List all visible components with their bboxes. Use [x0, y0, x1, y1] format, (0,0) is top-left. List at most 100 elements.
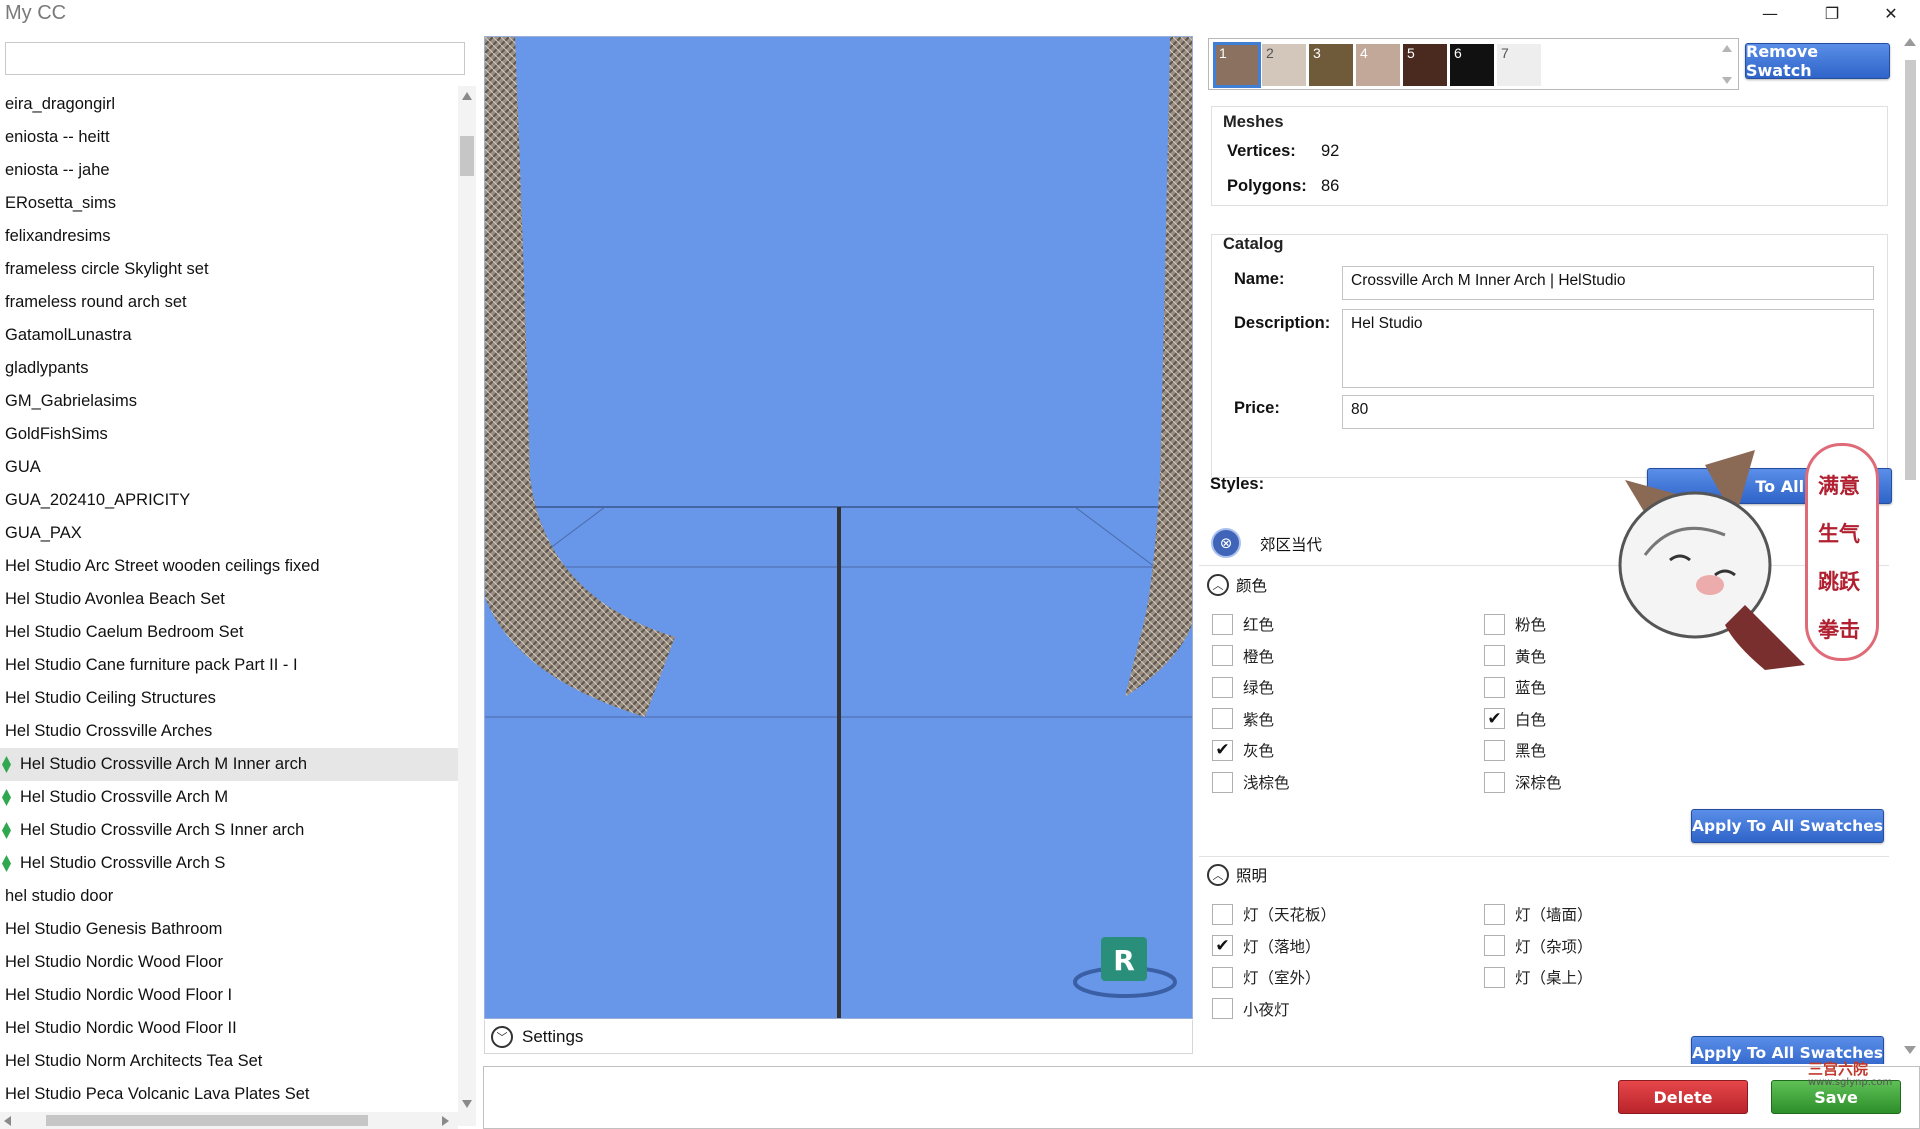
scroll-up-arrow-icon[interactable] [1722, 45, 1732, 52]
remove-style-icon[interactable]: ⊗ [1211, 528, 1241, 558]
scroll-left-arrow-icon[interactable] [4, 1116, 11, 1126]
checkbox-option[interactable]: 绿色 [1212, 676, 1274, 698]
list-item[interactable]: felixandresims [0, 220, 458, 253]
checkbox-option[interactable]: 灯（杂项） [1484, 935, 1593, 957]
scroll-right-arrow-icon[interactable] [442, 1116, 449, 1126]
properties-scrollbar[interactable] [1899, 34, 1920, 1064]
list-item[interactable]: GoldFishSims [0, 418, 458, 451]
checkbox-option[interactable]: 粉色 [1484, 613, 1546, 635]
close-button[interactable]: ✕ [1866, 0, 1916, 26]
list-item[interactable]: eniosta -- jahe [0, 154, 458, 187]
list-item[interactable]: Hel Studio Caelum Bedroom Set [0, 616, 458, 649]
checkbox-option[interactable]: ✔ 白色 [1484, 708, 1546, 730]
checkbox[interactable] [1212, 998, 1233, 1020]
checkbox-option[interactable]: 橙色 [1212, 645, 1274, 667]
checkbox[interactable] [1484, 935, 1505, 957]
list-item[interactable]: Hel Studio Nordic Wood Floor II [0, 1012, 458, 1045]
chevron-down-icon[interactable]: ﹀ [491, 1025, 513, 1048]
list-item[interactable]: Hel Studio Crossville Arch M [0, 781, 458, 814]
checkbox-option[interactable]: ✔ 灰色 [1212, 739, 1274, 761]
checkbox[interactable] [1212, 771, 1233, 793]
chevron-up-icon[interactable]: ︿ [1207, 574, 1229, 596]
swatch[interactable]: 3 [1309, 44, 1353, 86]
checkbox[interactable] [1212, 708, 1233, 730]
list-item[interactable]: Hel Studio Crossville Arch S Inner arch [0, 814, 458, 847]
checkbox-option[interactable]: 灯（墙面） [1484, 903, 1593, 925]
checkbox-option[interactable]: 蓝色 [1484, 676, 1546, 698]
colors-apply-all-button[interactable]: Apply To All Swatches [1691, 809, 1884, 843]
checkbox[interactable] [1484, 903, 1505, 925]
scroll-thumb-horizontal[interactable] [46, 1115, 368, 1126]
description-field[interactable]: Hel Studio [1342, 309, 1874, 388]
scroll-up-arrow-icon[interactable] [1904, 38, 1916, 46]
swatch[interactable]: 2 [1262, 44, 1306, 86]
list-item[interactable]: Hel Studio Crossville Arch M Inner arch [0, 748, 458, 781]
checkbox[interactable] [1212, 676, 1233, 698]
checkbox[interactable]: ✔ [1212, 935, 1233, 957]
list-item[interactable]: gladlypants [0, 352, 458, 385]
list-item[interactable]: GUA_202410_APRICITY [0, 484, 458, 517]
checkbox[interactable] [1484, 771, 1505, 793]
scroll-down-arrow-icon[interactable] [1722, 77, 1732, 84]
list-item[interactable]: GM_Gabrielasims [0, 385, 458, 418]
list-item[interactable]: Hel Studio Nordic Wood Floor I [0, 979, 458, 1012]
list-item[interactable]: Hel Studio Peca Volcanic Lava Plates Set [0, 1078, 458, 1111]
checkbox-option[interactable]: 小夜灯 [1212, 998, 1290, 1020]
checkbox[interactable]: ✔ [1484, 708, 1505, 730]
list-item[interactable]: hel studio door [0, 880, 458, 913]
scroll-down-arrow-icon[interactable] [1904, 1046, 1916, 1054]
name-field[interactable]: Crossville Arch M Inner Arch | HelStudio [1342, 266, 1874, 300]
checkbox-option[interactable]: 灯（天花板） [1212, 903, 1336, 925]
swatch[interactable]: 5 [1403, 44, 1447, 86]
list-item[interactable]: Hel Studio Avonlea Beach Set [0, 583, 458, 616]
checkbox-option[interactable]: 黄色 [1484, 645, 1546, 667]
checkbox-option[interactable]: 灯（桌上） [1484, 966, 1593, 988]
lighting-expander[interactable]: ︿ 照明 [1207, 862, 1267, 888]
list-item[interactable]: Hel Studio Ceiling Structures [0, 682, 458, 715]
checkbox[interactable] [1484, 613, 1505, 635]
chevron-up-icon[interactable]: ︿ [1207, 864, 1229, 886]
list-item[interactable]: GUA_PAX [0, 517, 458, 550]
checkbox-option[interactable]: ✔ 灯（落地） [1212, 935, 1321, 957]
checkbox-option[interactable]: 灯（室外） [1212, 966, 1321, 988]
checkbox[interactable] [1484, 739, 1505, 761]
list-item[interactable]: GUA [0, 451, 458, 484]
checkbox[interactable] [1484, 966, 1505, 988]
list-item[interactable]: frameless round arch set [0, 286, 458, 319]
minimize-button[interactable]: — [1745, 0, 1795, 26]
checkbox[interactable] [1484, 645, 1505, 667]
list-item[interactable]: Hel Studio Nordic Wood Floor [0, 946, 458, 979]
swatch[interactable]: 6 [1450, 44, 1494, 86]
list-item[interactable]: eniosta -- heitt [0, 121, 458, 154]
list-item[interactable]: Hel Studio Cane furniture pack Part II -… [0, 649, 458, 682]
list-item[interactable]: frameless circle Skylight set [0, 253, 458, 286]
list-item[interactable]: Hel Studio Norm Architects Tea Set [0, 1045, 458, 1078]
list-item[interactable]: Hel Studio Crossville Arches [0, 715, 458, 748]
delete-button[interactable]: Delete [1618, 1080, 1748, 1114]
checkbox-option[interactable]: 深棕色 [1484, 771, 1562, 793]
list-item[interactable]: Hel Studio Genesis Bathroom [0, 913, 458, 946]
checkbox[interactable]: ✔ [1212, 739, 1233, 761]
checkbox-option[interactable]: 浅棕色 [1212, 771, 1290, 793]
list-vertical-scrollbar[interactable] [458, 86, 476, 1126]
list-item[interactable]: ERosetta_sims [0, 187, 458, 220]
swatch-scroll[interactable] [1722, 45, 1732, 85]
checkbox[interactable] [1212, 966, 1233, 988]
checkbox-option[interactable]: 紫色 [1212, 708, 1274, 730]
price-field[interactable]: 80 [1342, 395, 1874, 429]
settings-expander[interactable]: ﹀ Settings [484, 1020, 1193, 1054]
list-item[interactable]: Hel Studio Arc Street wooden ceilings fi… [0, 550, 458, 583]
scroll-up-arrow-icon[interactable] [462, 92, 472, 100]
list-horizontal-scrollbar[interactable] [0, 1112, 458, 1129]
checkbox-option[interactable]: 红色 [1212, 613, 1274, 635]
swatch[interactable]: 4 [1356, 44, 1400, 86]
scroll-thumb[interactable] [460, 136, 474, 176]
scroll-thumb[interactable] [1905, 60, 1916, 480]
colors-expander[interactable]: ︿ 颜色 [1207, 572, 1267, 598]
list-item[interactable]: GatamolLunastra [0, 319, 458, 352]
scroll-down-arrow-icon[interactable] [462, 1100, 472, 1108]
checkbox[interactable] [1212, 645, 1233, 667]
checkbox[interactable] [1212, 903, 1233, 925]
swatch[interactable]: 1 [1213, 42, 1261, 88]
checkbox[interactable] [1484, 676, 1505, 698]
